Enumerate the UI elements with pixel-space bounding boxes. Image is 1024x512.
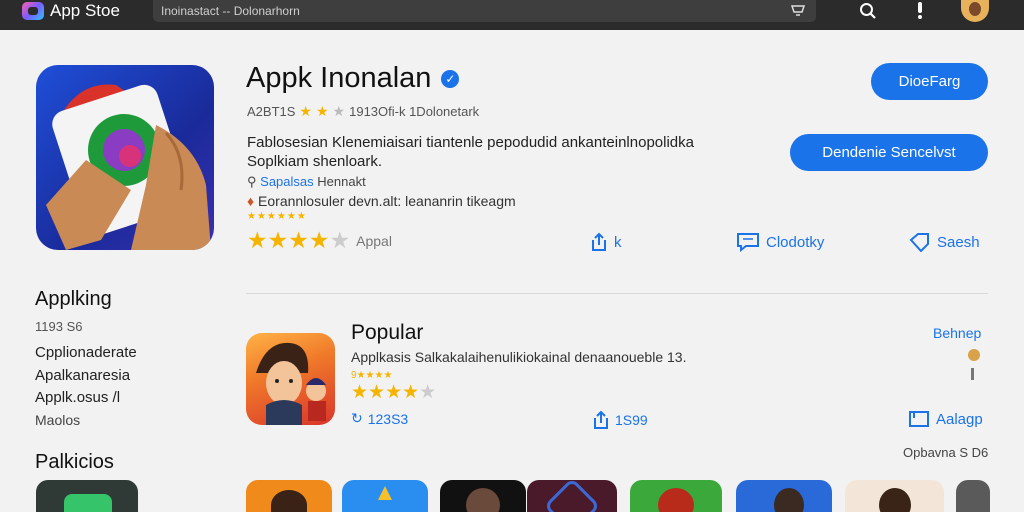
app-tile-figure [378,486,392,500]
verified-icon: ✓ [441,69,460,88]
left-item[interactable]: Cpplionaderate [35,344,137,361]
popular-description: Applkasis Salkakalaihenulikiokainal dena… [351,349,687,365]
star-icon: ★ [267,227,289,253]
popular-mini-rating: 9★★★★ [351,370,393,381]
app-title-text: Appk Inonalan [246,62,432,94]
app-icon [36,65,214,250]
description-line: Soplkiam shenloark. [247,153,383,170]
star-icon: ★ [288,227,309,253]
app-description: Fablosesian Klenemiaisari tiantenle pepo… [247,133,747,171]
star-icon: ★ [315,103,329,119]
app-title: Appk Inonalan ✓ [246,62,460,95]
store-logo-icon [22,2,44,20]
rating-label: Appal [356,232,392,249]
location-line: ♦ Eorannlosuler devn.alt: leananrin tike… [247,193,516,209]
location-icon: ♦ [247,193,255,209]
tag-icon [909,233,929,252]
developer[interactable]: ⚲ Sapalsas Hennakt [247,174,366,190]
star-icon: ★ [308,227,330,253]
secondary-action-button[interactable]: Dendenie Sencelvst [790,134,988,171]
app-tile[interactable] [36,480,138,512]
app-tile-figure [543,480,601,512]
app-meta: A2BT1S ★ ★ ★ 1913Ofi-k 1Dolonetark [247,103,479,120]
popular-footer: Opbavna S D6 [903,445,989,460]
tag-action[interactable]: Saesh [909,230,980,254]
left-item[interactable]: Apalkanaresia [35,367,130,384]
meta-text: 1913Ofi-k 1Dolonetark [349,104,480,119]
star-icon: ★ [332,103,346,119]
popular-status-dot [968,349,980,361]
left-heading: Applking [35,288,112,310]
developer-prefix: Sapalsas [260,174,314,189]
mini-rating: ★★★★★★ [247,211,307,222]
left-item[interactable]: Applk.osus /l [35,389,120,406]
star-icon: ★ [247,227,268,253]
meta-code: A2BT1S [247,104,296,119]
share-icon [594,410,608,429]
search-icon[interactable] [857,0,879,22]
popular-downloads[interactable]: ↻ 123S3 [351,410,408,427]
app-tile[interactable] [956,480,990,512]
refresh-icon: ↻ [351,410,363,426]
share-action[interactable]: k [590,230,622,254]
app-tile-figure [879,488,911,512]
user-avatar[interactable] [961,0,989,22]
popular-menu-icon[interactable] [971,368,974,380]
action-label: Saesh [937,233,980,251]
left-number: 1193 S6 [35,319,83,334]
store-brand[interactable]: App Stoe [22,0,120,22]
app-tile-figure [271,490,307,512]
app-tile[interactable] [246,480,332,512]
app-tile-icon [64,494,112,512]
star-icon: ★ [329,227,351,253]
app-tile-figure [466,488,500,512]
popular-app-icon[interactable] [246,333,335,425]
developer-name: Hennakt [317,174,366,189]
share-icon [592,232,606,251]
developer-icon: ⚲ [247,174,257,189]
popular-share-count: 1S99 [615,412,648,428]
app-tile[interactable] [342,480,428,512]
left-heading-secondary: Palkicios [35,451,114,473]
notification-icon[interactable] [909,0,931,22]
popular-share[interactable]: 1S99 [592,410,648,430]
voice-icon[interactable] [790,3,806,17]
app-tile[interactable] [845,480,944,512]
popular-rating-stars: ★★★★★ [351,382,437,403]
description-line: Fablosesian Klenemiaisari tiantenle pepo… [247,134,694,151]
app-tile-figure [774,488,804,512]
comment-icon [737,233,759,252]
action-label: k [614,233,622,251]
popular-title: Popular [351,321,424,344]
window-icon [909,411,929,427]
app-tile[interactable] [630,480,722,512]
app-tile[interactable] [527,480,617,512]
search-input[interactable]: Inoinastact -- Dolonarhorn [153,0,816,22]
app-tile[interactable] [440,480,526,512]
top-bar: App Stoe Inoinastact -- Dolonarhorn [0,0,1024,30]
popular-see-all-link[interactable]: Behnep [933,325,981,341]
search-text: Inoinastact -- Dolonarhorn [161,4,300,18]
action-label: Clodotky [766,233,825,251]
comment-action[interactable]: Clodotky [736,230,824,254]
app-tile[interactable] [736,480,832,512]
rating-stars: ★ ★ ★ ★ ★ Appal [247,227,392,254]
section-divider [246,293,988,294]
app-tile-figure [658,488,694,512]
popular-action-label: Aalagp [936,410,983,428]
popular-count: 123S3 [367,410,409,427]
store-name: App Stoe [50,1,120,20]
location-text: Eorannlosuler devn.alt: leananrin tikeag… [258,193,516,209]
primary-action-button[interactable]: DioeFarg [871,63,988,100]
star-icon: ★ [299,103,312,119]
popular-action[interactable]: Aalagp [908,410,983,428]
left-item[interactable]: Maolos [35,412,80,428]
